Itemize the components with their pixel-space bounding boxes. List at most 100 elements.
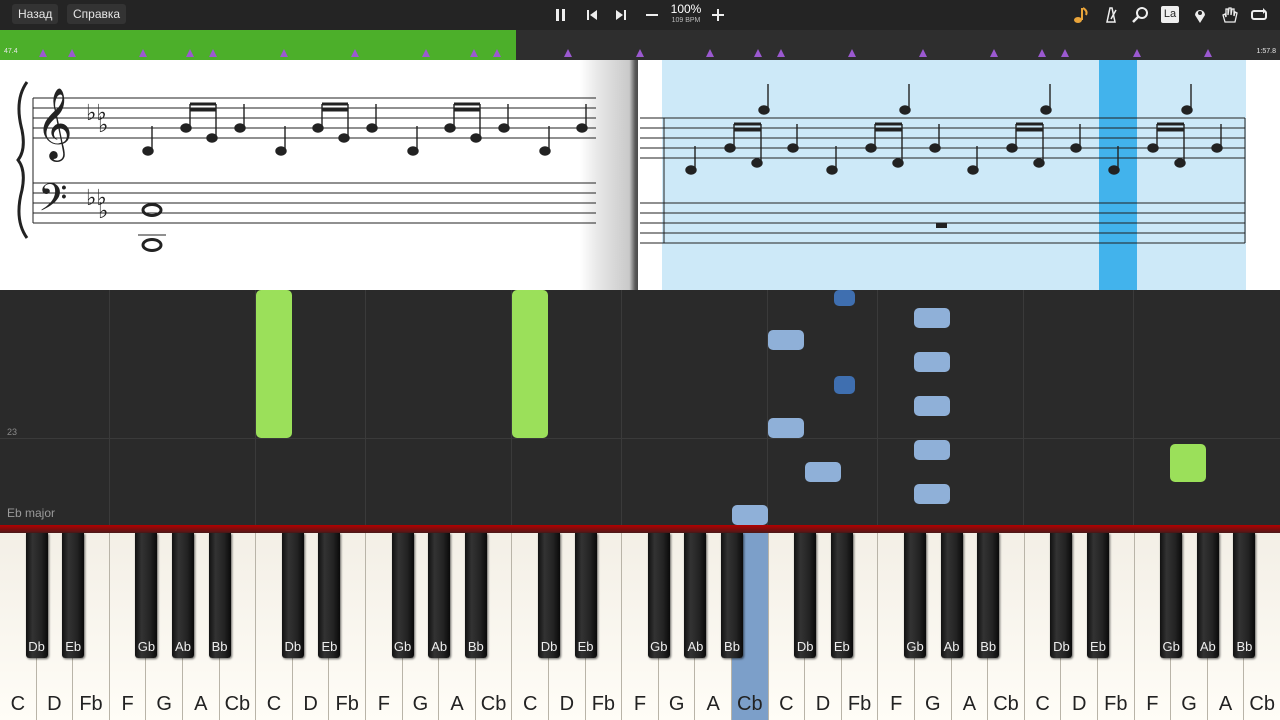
black-key[interactable]: Eb bbox=[830, 533, 853, 658]
loop-button[interactable] bbox=[1249, 5, 1269, 25]
section-marker[interactable] bbox=[1204, 49, 1212, 57]
help-button[interactable]: Справка bbox=[67, 4, 127, 24]
grid-line bbox=[767, 290, 768, 525]
timeline-bar[interactable]: 47.4 1:57.8 bbox=[0, 30, 1280, 60]
note-settings-button[interactable] bbox=[1071, 5, 1091, 25]
black-key[interactable]: Gb bbox=[1160, 533, 1183, 658]
black-key[interactable]: Bb bbox=[208, 533, 231, 658]
black-key[interactable]: Db bbox=[281, 533, 304, 658]
black-key-label: Gb bbox=[137, 639, 156, 654]
black-key[interactable]: Db bbox=[25, 533, 48, 658]
black-key[interactable]: Eb bbox=[318, 533, 341, 658]
falling-note bbox=[914, 352, 950, 372]
section-marker[interactable] bbox=[1061, 49, 1069, 57]
black-key-label: Bb bbox=[980, 639, 997, 654]
falling-note bbox=[768, 418, 804, 438]
skip-forward-icon bbox=[616, 10, 626, 20]
falling-note bbox=[732, 505, 768, 525]
white-key-label: C bbox=[266, 693, 282, 715]
location-pin-icon bbox=[1195, 10, 1205, 23]
falling-note bbox=[834, 376, 855, 394]
section-marker[interactable] bbox=[280, 49, 288, 57]
section-marker[interactable] bbox=[706, 49, 714, 57]
black-key[interactable]: Bb bbox=[1233, 533, 1256, 658]
falling-note bbox=[834, 290, 855, 306]
section-marker[interactable] bbox=[39, 49, 47, 57]
black-key[interactable]: Db bbox=[794, 533, 817, 658]
magnifier-icon bbox=[1132, 7, 1148, 23]
black-key-label: Ab bbox=[687, 639, 704, 654]
section-marker[interactable] bbox=[470, 49, 478, 57]
black-key[interactable]: Ab bbox=[428, 533, 451, 658]
section-marker[interactable] bbox=[493, 49, 501, 57]
white-key-label: C bbox=[779, 693, 794, 715]
white-key-label: Cb bbox=[224, 693, 251, 715]
note-names-label: La bbox=[1161, 6, 1179, 23]
black-key[interactable]: Gb bbox=[391, 533, 414, 658]
section-marker[interactable] bbox=[990, 49, 998, 57]
section-marker[interactable] bbox=[848, 49, 856, 57]
section-marker[interactable] bbox=[754, 49, 762, 57]
section-marker[interactable] bbox=[1133, 49, 1141, 57]
zoom-button[interactable] bbox=[1130, 5, 1150, 25]
section-marker[interactable] bbox=[422, 49, 430, 57]
measure-number: 23 bbox=[7, 427, 18, 437]
black-key[interactable]: Ab bbox=[172, 533, 194, 658]
section-marker[interactable] bbox=[919, 49, 927, 57]
black-key[interactable]: Db bbox=[1050, 533, 1073, 658]
black-key[interactable]: Db bbox=[538, 533, 560, 658]
black-key[interactable]: Bb bbox=[464, 533, 487, 658]
black-key[interactable]: Ab bbox=[940, 533, 963, 658]
back-button[interactable]: Назад bbox=[12, 4, 59, 24]
white-key-label: A bbox=[962, 693, 977, 715]
black-key[interactable]: Eb bbox=[1087, 533, 1109, 658]
black-key[interactable]: Gb bbox=[904, 533, 926, 658]
white-key-label: A bbox=[194, 693, 208, 715]
black-key[interactable]: Gb bbox=[647, 533, 670, 658]
note-names-button[interactable]: La bbox=[1160, 5, 1180, 25]
section-marker[interactable] bbox=[564, 49, 572, 57]
hand-icon bbox=[1222, 7, 1238, 23]
section-marker[interactable] bbox=[139, 49, 147, 57]
black-key-label: Bb bbox=[1236, 639, 1253, 654]
timeline-end-time: 1:57.8 bbox=[1256, 48, 1276, 55]
white-key-label: A bbox=[1218, 693, 1233, 715]
white-key-label: Fb bbox=[1104, 693, 1128, 715]
black-key[interactable]: Eb bbox=[574, 533, 597, 658]
section-marker[interactable] bbox=[186, 49, 194, 57]
black-key[interactable]: Gb bbox=[135, 533, 158, 658]
section-marker[interactable] bbox=[209, 49, 217, 57]
black-key[interactable]: Eb bbox=[62, 533, 85, 658]
black-key-label: Eb bbox=[321, 639, 338, 654]
tempo-decrease-button[interactable] bbox=[642, 5, 662, 25]
white-key-label: F bbox=[890, 693, 903, 715]
metronome-button[interactable] bbox=[1101, 5, 1121, 25]
next-button[interactable] bbox=[611, 5, 631, 25]
falling-note bbox=[914, 308, 950, 328]
black-key[interactable]: Bb bbox=[977, 533, 1000, 658]
section-marker[interactable] bbox=[777, 49, 785, 57]
location-button[interactable] bbox=[1190, 5, 1210, 25]
section-marker[interactable] bbox=[636, 49, 644, 57]
white-key-label: G bbox=[1181, 693, 1197, 715]
svg-text:♭: ♭ bbox=[98, 199, 108, 224]
black-key[interactable]: Bb bbox=[721, 533, 743, 658]
svg-text:𝄢: 𝄢 bbox=[38, 175, 68, 229]
white-key-label: Fb bbox=[335, 693, 359, 715]
grid-line bbox=[109, 290, 110, 525]
plus-icon bbox=[712, 9, 724, 21]
tempo-increase-button[interactable] bbox=[708, 5, 728, 25]
section-marker[interactable] bbox=[68, 49, 76, 57]
section-marker[interactable] bbox=[351, 49, 359, 57]
previous-button[interactable] bbox=[582, 5, 602, 25]
black-key-label: Db bbox=[284, 639, 302, 654]
hand-button[interactable] bbox=[1219, 5, 1239, 25]
section-marker[interactable] bbox=[1038, 49, 1046, 57]
falling-note bbox=[914, 440, 950, 460]
black-key-label: Bb bbox=[724, 639, 740, 654]
black-key-label: Ab bbox=[1199, 639, 1216, 654]
black-key[interactable]: Ab bbox=[1196, 533, 1219, 658]
black-key-label: Db bbox=[540, 639, 558, 654]
black-key[interactable]: Ab bbox=[684, 533, 707, 658]
pause-button[interactable] bbox=[551, 5, 571, 25]
